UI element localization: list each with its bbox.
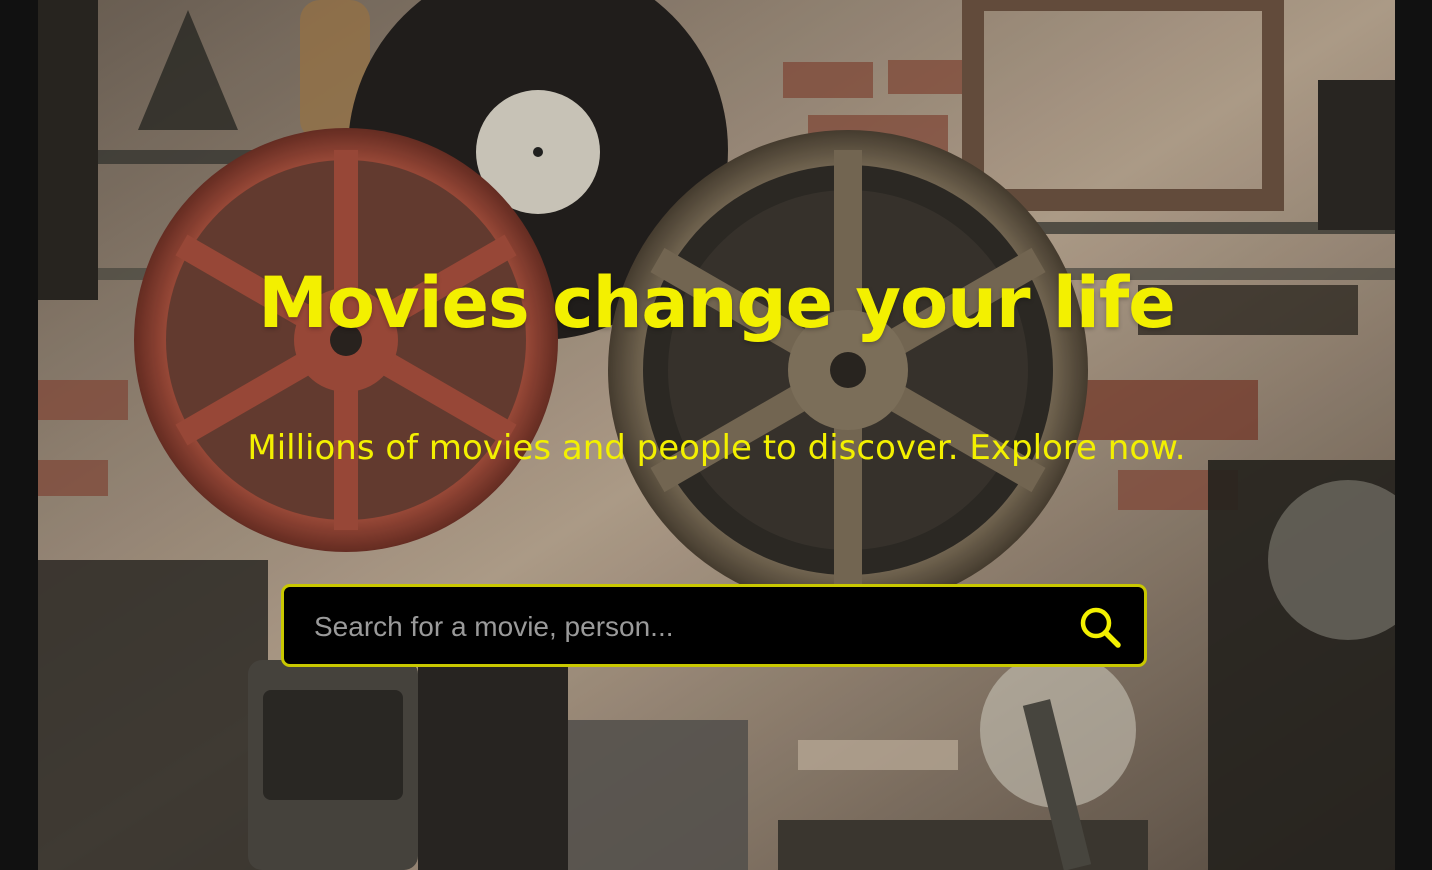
hero-title: Movies change your life — [258, 262, 1176, 344]
hero-section: Movies change your life Millions of movi… — [38, 0, 1395, 870]
search-input[interactable] — [312, 587, 1056, 666]
search-icon — [1080, 607, 1121, 648]
search-button[interactable] — [1078, 605, 1122, 649]
search-bar — [281, 584, 1147, 667]
hero-content: Movies change your life Millions of movi… — [38, 0, 1395, 870]
hero-subtitle: Millions of movies and people to discove… — [247, 428, 1186, 468]
